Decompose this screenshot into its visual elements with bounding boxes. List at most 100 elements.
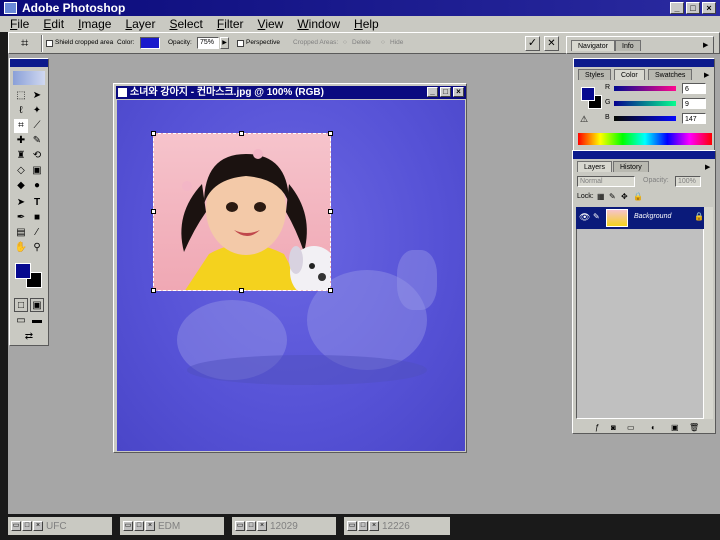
menu-filter[interactable]: Filter (217, 17, 244, 31)
crop-handle-top-left[interactable] (151, 131, 156, 136)
commit-crop-button[interactable]: ✓ (525, 36, 540, 51)
maximize-button[interactable]: □ (358, 521, 368, 531)
close-button[interactable]: × (145, 521, 155, 531)
adobe-logo[interactable] (13, 71, 45, 85)
blue-slider[interactable] (614, 116, 676, 121)
green-value-input[interactable]: 9 (682, 98, 706, 109)
standard-mode-icon[interactable]: □ (14, 298, 28, 312)
adjustment-layer-button[interactable]: ◐ (651, 423, 656, 432)
opacity-input[interactable]: 75% (197, 37, 219, 49)
minimized-window-edm[interactable]: ▭ □ × EDM (120, 517, 224, 535)
crop-handle-left[interactable] (151, 209, 156, 214)
brush-tool-icon[interactable]: ✎ (30, 134, 44, 148)
menu-select[interactable]: Select (169, 17, 202, 31)
lock-all-icon[interactable]: 🔒 (633, 192, 643, 201)
close-button[interactable]: × (369, 521, 379, 531)
menu-window[interactable]: Window (297, 17, 340, 31)
tab-color[interactable]: Color (614, 69, 645, 80)
shield-checkbox[interactable] (46, 40, 53, 47)
layer-mask-button[interactable]: ◙ (611, 423, 616, 432)
pen-tool-icon[interactable]: ✒ (14, 211, 28, 225)
tab-info[interactable]: Info (615, 40, 641, 51)
red-slider[interactable] (614, 86, 676, 91)
delete-radio[interactable]: ○ (343, 39, 347, 46)
color-ramp[interactable] (578, 133, 712, 145)
red-value-input[interactable]: 6 (682, 83, 706, 94)
crop-tool-icon[interactable]: ⌗ (14, 119, 28, 133)
menu-file[interactable]: File (10, 17, 29, 31)
crop-tool-icon[interactable]: ⌗ (21, 35, 37, 51)
marquee-tool-icon[interactable]: ⬚ (14, 89, 28, 103)
tab-history[interactable]: History (613, 161, 649, 172)
layer-style-button[interactable]: ƒ (595, 423, 599, 432)
crop-handle-bottom-left[interactable] (151, 288, 156, 293)
opacity-arrow-button[interactable]: ▶ (220, 37, 229, 49)
minimize-button[interactable]: _ (670, 2, 684, 14)
palette-menu-arrow[interactable]: ▶ (703, 41, 708, 49)
crop-handle-top[interactable] (239, 131, 244, 136)
crop-handle-bottom[interactable] (239, 288, 244, 293)
lock-transparency-icon[interactable]: ▦ (597, 192, 605, 201)
screen-mode-full-icon[interactable]: ▬ (30, 314, 44, 328)
type-tool-icon[interactable]: T (30, 196, 44, 210)
tab-swatches[interactable]: Swatches (648, 69, 693, 80)
perspective-checkbox[interactable] (237, 40, 244, 47)
menu-help[interactable]: Help (354, 17, 379, 31)
maximize-button[interactable]: □ (22, 521, 32, 531)
menu-layer[interactable]: Layer (125, 17, 155, 31)
minimized-window-12029[interactable]: ▭ □ × 12029 (232, 517, 336, 535)
tab-navigator[interactable]: Navigator (571, 40, 615, 51)
menu-edit[interactable]: Edit (43, 17, 64, 31)
layers-scrollbar[interactable] (704, 207, 713, 419)
menu-image[interactable]: Image (78, 17, 111, 31)
new-layer-button[interactable]: ▣ (671, 423, 679, 432)
close-button[interactable]: × (33, 521, 43, 531)
image-canvas[interactable] (117, 100, 465, 451)
layer-opacity-input[interactable]: 100% (675, 176, 701, 187)
minimized-window-12226[interactable]: ▭ □ × 12226 (344, 517, 450, 535)
blend-mode-select[interactable]: Normal (577, 176, 635, 187)
restore-button[interactable]: ▭ (347, 521, 357, 531)
green-slider[interactable] (614, 101, 676, 106)
maximize-button[interactable]: □ (686, 2, 700, 14)
maximize-button[interactable]: □ (246, 521, 256, 531)
tab-layers[interactable]: Layers (577, 161, 613, 172)
hide-radio[interactable]: ○ (381, 39, 385, 46)
restore-button[interactable]: ▭ (11, 521, 21, 531)
slice-tool-icon[interactable]: ⟋ (30, 119, 44, 133)
layer-visibility-eye-icon[interactable]: 👁 (579, 212, 590, 223)
tab-styles[interactable]: Styles (578, 69, 612, 80)
delete-layer-button[interactable]: 🗑 (689, 423, 699, 432)
gradient-tool-icon[interactable]: ▣ (30, 164, 44, 178)
lock-image-icon[interactable]: ✎ (609, 192, 616, 201)
doc-minimize-button[interactable]: _ (427, 87, 438, 97)
restore-button[interactable]: ▭ (235, 521, 245, 531)
menu-view[interactable]: View (258, 17, 284, 31)
color-foreground-swatch[interactable] (581, 87, 595, 101)
doc-close-button[interactable]: × (453, 87, 464, 97)
maximize-button[interactable]: □ (134, 521, 144, 531)
crop-handle-right[interactable] (328, 209, 333, 214)
hand-tool-icon[interactable]: ✋ (14, 241, 28, 255)
foreground-color-swatch[interactable] (15, 263, 31, 279)
dodge-tool-icon[interactable]: ● (30, 179, 44, 193)
shield-color-swatch[interactable] (140, 37, 160, 49)
document-title-bar[interactable]: 소녀와 강아지 - 컨마스크.jpg @ 100% (RGB) _ □ × (116, 86, 466, 99)
minimized-window-ufc[interactable]: ▭ □ × UFC (8, 517, 112, 535)
quickmask-mode-icon[interactable]: ▣ (30, 298, 44, 312)
lock-position-icon[interactable]: ✥ (621, 192, 628, 201)
close-button[interactable]: × (702, 2, 716, 14)
screen-mode-standard-icon[interactable]: ▭ (14, 314, 28, 328)
doc-maximize-button[interactable]: □ (440, 87, 451, 97)
eyedropper-icon[interactable]: ⁄ (30, 226, 44, 240)
crop-handle-bottom-right[interactable] (328, 288, 333, 293)
history-brush-icon[interactable]: ⟲ (30, 149, 44, 163)
blur-tool-icon[interactable]: ◆ (14, 179, 28, 193)
cancel-crop-button[interactable]: ✕ (544, 36, 559, 51)
move-tool-icon[interactable]: ➤ (30, 89, 44, 103)
clone-stamp-icon[interactable]: ♜ (14, 149, 28, 163)
restore-button[interactable]: ▭ (123, 521, 133, 531)
crop-selection[interactable] (153, 133, 331, 291)
healing-brush-icon[interactable]: ✚ (14, 134, 28, 148)
close-button[interactable]: × (257, 521, 267, 531)
